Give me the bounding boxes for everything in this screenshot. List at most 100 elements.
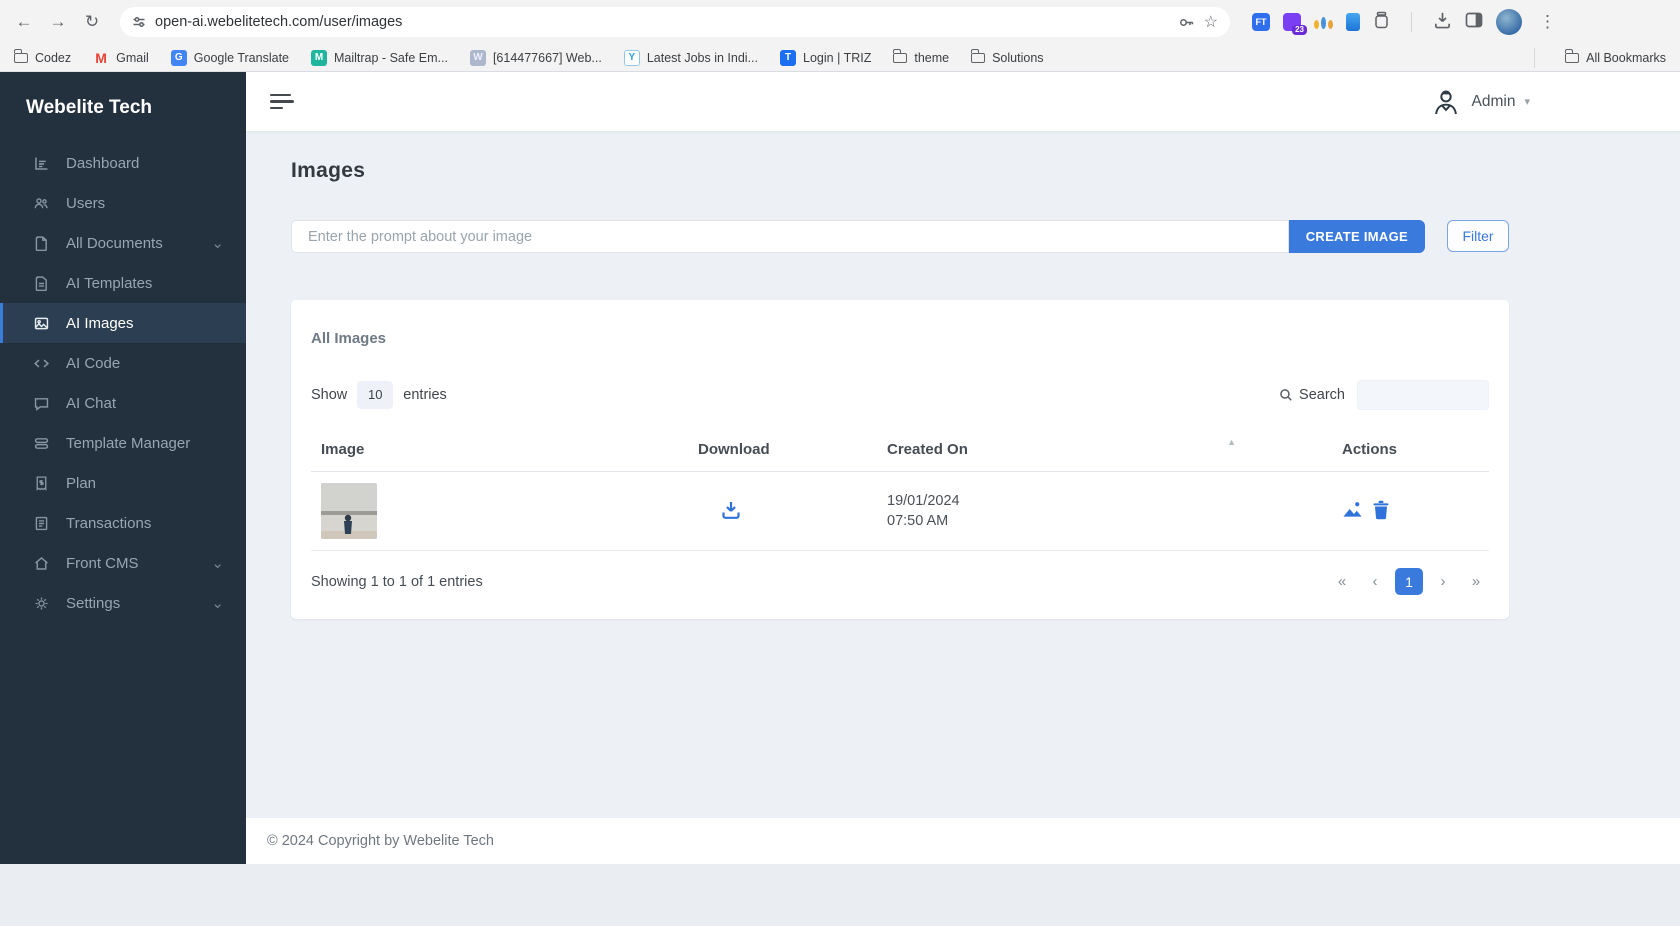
created-date: 19/01/2024 [887,493,960,509]
sidebar-item-settings[interactable]: Settings ⌄ [0,583,246,623]
receipt-icon [36,475,47,491]
sidebar-item-label: AI Chat [66,394,117,412]
folder-icon [970,49,986,63]
user-avatar-icon [1434,90,1457,114]
sidebar-toggle-button[interactable] [270,90,294,114]
sidebar-item-label: Plan [66,474,97,492]
sort-asc-icon[interactable]: ▲ [1227,438,1236,447]
bookmark-label: Login | TRIZ [803,50,872,65]
sidebar-item-label: All Documents [66,234,163,252]
bookmark-google-translate[interactable]: G Google Translate [170,49,289,66]
delete-image-button[interactable] [1372,500,1390,523]
column-header-download[interactable]: Download [688,428,877,472]
url-text: open-ai.webelitetech.com/user/images [155,14,403,30]
extension-people-icon[interactable] [1314,15,1333,29]
show-label: Show [311,387,348,403]
chevron-down-icon: ⌄ [211,235,224,252]
browser-chrome: ← → ↻ open-ai.webelitetech.com/user/imag… [0,0,1680,72]
bookmark-label: Latest Jobs in Indi... [646,50,759,65]
sidebar-item-dashboard[interactable]: Dashboard [0,143,246,183]
sidebar-item-label: Users [66,194,106,212]
column-header-actions[interactable]: Actions [1332,428,1489,472]
image-thumbnail[interactable] [321,483,377,539]
sidebar-item-plan[interactable]: Plan [0,463,246,503]
all-bookmarks-button[interactable]: All Bookmarks [1564,49,1666,65]
extension-ft-icon[interactable]: FT [1252,13,1270,31]
image-icon [34,317,49,329]
extension-jar-icon[interactable] [1373,11,1390,34]
folder-icon [892,49,908,63]
folder-icon [1564,49,1580,63]
sidebar-item-label: AI Code [66,354,121,372]
bookmark-gmail[interactable]: M Gmail [93,50,149,66]
bookmark-label: Codez [35,50,72,65]
bookmark-web[interactable]: W [614477667] Web... [469,49,602,66]
entries-per-page-select[interactable]: 10 [357,381,394,409]
table-search-input[interactable] [1357,380,1489,410]
bookmark-label: Solutions [992,50,1044,65]
user-name: Admin [1471,92,1516,110]
pagination-first-button[interactable]: « [1329,568,1355,595]
user-menu[interactable]: Admin ▾ [1429,85,1530,119]
bookmark-solutions[interactable]: Solutions [970,49,1044,65]
forward-button[interactable]: → [44,8,72,36]
search-icon [1280,389,1292,401]
back-button[interactable]: ← [10,8,38,36]
filter-button[interactable]: Filter [1447,220,1509,252]
bookmarks-divider [1534,47,1536,68]
sidebar-item-transactions[interactable]: Transactions [0,503,246,543]
bookmark-codez[interactable]: Codez [13,49,72,65]
bookmark-theme[interactable]: theme [892,49,949,65]
file-text-icon [35,275,47,291]
sidebar-item-ai-images[interactable]: AI Images [0,303,246,343]
view-image-button[interactable] [1342,500,1363,522]
list-icon [35,516,48,530]
mailtrap-icon: M [311,49,327,66]
sidebar-item-label: AI Templates [66,274,153,292]
image-prompt-input[interactable] [291,220,1289,253]
column-header-image[interactable]: Image [311,428,688,472]
code-icon [33,359,50,367]
pagination-prev-button[interactable]: ‹ [1362,568,1388,595]
folder-icon [13,49,28,63]
sidebar-item-users[interactable]: Users [0,183,246,223]
home-icon [35,556,48,570]
sidebar-item-front-cms[interactable]: Front CMS ⌄ [0,543,246,583]
pagination-next-button[interactable]: › [1430,568,1456,595]
bookmark-star-icon[interactable]: ☆ [1204,12,1218,32]
bookmark-latest-jobs[interactable]: Y Latest Jobs in Indi... [623,49,759,66]
sidebar-item-ai-templates[interactable]: AI Templates [0,263,246,303]
download-image-button[interactable] [718,497,744,526]
sidebar-item-label: Template Manager [66,434,191,452]
page-background [0,864,1680,926]
page-content: Images CREATE IMAGE Filter All Images Sh… [246,131,1680,818]
all-images-card: All Images Show 10 entries Search Image … [291,300,1509,619]
password-key-icon[interactable] [1178,14,1195,31]
create-image-button[interactable]: CREATE IMAGE [1288,220,1425,253]
layers-icon [34,437,49,449]
site-info-icon[interactable] [132,15,146,29]
chevron-down-icon: ▾ [1524,96,1530,108]
bookmark-login-triz[interactable]: T Login | TRIZ [780,49,872,66]
bookmark-mailtrap[interactable]: M Mailtrap - Safe Em... [311,49,448,66]
gear-icon [35,597,48,609]
column-header-created-on[interactable]: Created On ▲ [877,428,1332,472]
downloads-icon[interactable] [1433,11,1452,34]
extension-clipboard-icon[interactable] [1346,13,1360,31]
reload-button[interactable]: ↻ [78,8,106,36]
address-bar[interactable]: open-ai.webelitetech.com/user/images ☆ [120,7,1230,37]
browser-profile-avatar[interactable] [1496,9,1522,35]
browser-menu-icon[interactable]: ⋮ [1535,12,1560,32]
table-row: 19/01/2024 07:50 AM [311,471,1489,551]
sidebar-item-ai-code[interactable]: AI Code [0,343,246,383]
sidebar-item-template-manager[interactable]: Template Manager [0,423,246,463]
side-panel-icon[interactable] [1465,12,1483,33]
sidebar-item-ai-chat[interactable]: AI Chat [0,383,246,423]
all-bookmarks-label: All Bookmarks [1586,50,1666,65]
bookmark-label: Gmail [116,50,149,65]
pagination-last-button[interactable]: » [1463,568,1489,595]
extension-purple-icon[interactable]: 23 [1283,13,1307,35]
pagination-page-1-button[interactable]: 1 [1395,568,1423,595]
sidebar-item-all-documents[interactable]: All Documents ⌄ [0,223,246,263]
bookmarks-bar: Codez M Gmail G Google Translate M Mailt… [0,44,1680,72]
